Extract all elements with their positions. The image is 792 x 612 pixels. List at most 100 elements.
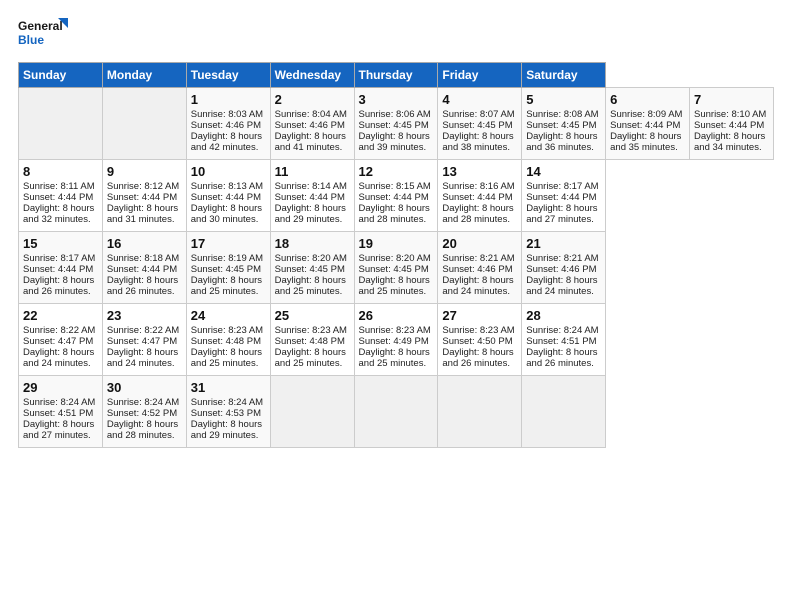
- daylight: Daylight: 8 hours and 25 minutes.: [359, 347, 430, 369]
- sunset: Sunset: 4:44 PM: [23, 192, 93, 203]
- day-number: 22: [23, 308, 98, 323]
- calendar-cell: 23 Sunrise: 8:22 AM Sunset: 4:47 PM Dayl…: [102, 304, 186, 376]
- sunset: Sunset: 4:47 PM: [107, 336, 177, 347]
- sunset: Sunset: 4:44 PM: [107, 264, 177, 275]
- calendar-cell: 30 Sunrise: 8:24 AM Sunset: 4:52 PM Dayl…: [102, 376, 186, 448]
- day-number: 12: [359, 164, 434, 179]
- sunset: Sunset: 4:44 PM: [191, 192, 261, 203]
- sunrise: Sunrise: 8:16 AM: [442, 181, 514, 192]
- sunset: Sunset: 4:45 PM: [359, 264, 429, 275]
- daylight: Daylight: 8 hours and 29 minutes.: [275, 203, 346, 225]
- sunrise: Sunrise: 8:14 AM: [275, 181, 347, 192]
- calendar-cell: 25 Sunrise: 8:23 AM Sunset: 4:48 PM Dayl…: [270, 304, 354, 376]
- sunrise: Sunrise: 8:22 AM: [23, 325, 95, 336]
- daylight: Daylight: 8 hours and 28 minutes.: [107, 419, 178, 441]
- calendar-cell: 8 Sunrise: 8:11 AM Sunset: 4:44 PM Dayli…: [19, 160, 103, 232]
- day-number: 17: [191, 236, 266, 251]
- sunset: Sunset: 4:52 PM: [107, 408, 177, 419]
- calendar-cell: 7 Sunrise: 8:10 AM Sunset: 4:44 PM Dayli…: [690, 88, 774, 160]
- daylight: Daylight: 8 hours and 27 minutes.: [526, 203, 597, 225]
- calendar-cell: 10 Sunrise: 8:13 AM Sunset: 4:44 PM Dayl…: [186, 160, 270, 232]
- day-number: 26: [359, 308, 434, 323]
- daylight: Daylight: 8 hours and 28 minutes.: [359, 203, 430, 225]
- day-number: 23: [107, 308, 182, 323]
- sunrise: Sunrise: 8:23 AM: [191, 325, 263, 336]
- daylight: Daylight: 8 hours and 31 minutes.: [107, 203, 178, 225]
- calendar-cell: 14 Sunrise: 8:17 AM Sunset: 4:44 PM Dayl…: [522, 160, 606, 232]
- sunset: Sunset: 4:44 PM: [23, 264, 93, 275]
- calendar-cell: 21 Sunrise: 8:21 AM Sunset: 4:46 PM Dayl…: [522, 232, 606, 304]
- sunrise: Sunrise: 8:24 AM: [23, 397, 95, 408]
- sunset: Sunset: 4:51 PM: [23, 408, 93, 419]
- sunset: Sunset: 4:48 PM: [191, 336, 261, 347]
- day-number: 5: [526, 92, 601, 107]
- sunset: Sunset: 4:46 PM: [526, 264, 596, 275]
- svg-text:Blue: Blue: [18, 33, 44, 47]
- calendar-cell: 28 Sunrise: 8:24 AM Sunset: 4:51 PM Dayl…: [522, 304, 606, 376]
- sunset: Sunset: 4:44 PM: [275, 192, 345, 203]
- sunset: Sunset: 4:45 PM: [275, 264, 345, 275]
- sunset: Sunset: 4:46 PM: [275, 120, 345, 131]
- calendar-cell: 6 Sunrise: 8:09 AM Sunset: 4:44 PM Dayli…: [606, 88, 690, 160]
- sunset: Sunset: 4:44 PM: [694, 120, 764, 131]
- day-number: 4: [442, 92, 517, 107]
- daylight: Daylight: 8 hours and 25 minutes.: [191, 275, 262, 297]
- daylight: Daylight: 8 hours and 24 minutes.: [442, 275, 513, 297]
- day-number: 2: [275, 92, 350, 107]
- sunrise: Sunrise: 8:23 AM: [275, 325, 347, 336]
- calendar-cell: [102, 88, 186, 160]
- sunset: Sunset: 4:51 PM: [526, 336, 596, 347]
- calendar-cell: 26 Sunrise: 8:23 AM Sunset: 4:49 PM Dayl…: [354, 304, 438, 376]
- calendar-cell: 27 Sunrise: 8:23 AM Sunset: 4:50 PM Dayl…: [438, 304, 522, 376]
- sunset: Sunset: 4:53 PM: [191, 408, 261, 419]
- calendar-cell: 18 Sunrise: 8:20 AM Sunset: 4:45 PM Dayl…: [270, 232, 354, 304]
- daylight: Daylight: 8 hours and 28 minutes.: [442, 203, 513, 225]
- calendar-cell: 17 Sunrise: 8:19 AM Sunset: 4:45 PM Dayl…: [186, 232, 270, 304]
- sunrise: Sunrise: 8:23 AM: [359, 325, 431, 336]
- daylight: Daylight: 8 hours and 24 minutes.: [23, 347, 94, 369]
- day-number: 25: [275, 308, 350, 323]
- daylight: Daylight: 8 hours and 42 minutes.: [191, 131, 262, 153]
- day-number: 10: [191, 164, 266, 179]
- daylight: Daylight: 8 hours and 36 minutes.: [526, 131, 597, 153]
- sunrise: Sunrise: 8:08 AM: [526, 109, 598, 120]
- daylight: Daylight: 8 hours and 26 minutes.: [526, 347, 597, 369]
- calendar-cell: 24 Sunrise: 8:23 AM Sunset: 4:48 PM Dayl…: [186, 304, 270, 376]
- day-number: 13: [442, 164, 517, 179]
- sunset: Sunset: 4:45 PM: [526, 120, 596, 131]
- sunrise: Sunrise: 8:13 AM: [191, 181, 263, 192]
- sunrise: Sunrise: 8:24 AM: [191, 397, 263, 408]
- day-number: 19: [359, 236, 434, 251]
- sunrise: Sunrise: 8:07 AM: [442, 109, 514, 120]
- sunrise: Sunrise: 8:24 AM: [526, 325, 598, 336]
- page: General Blue SundayMondayTuesdayWednesda…: [0, 0, 792, 458]
- svg-text:General: General: [18, 19, 63, 33]
- sunset: Sunset: 4:44 PM: [610, 120, 680, 131]
- daylight: Daylight: 8 hours and 26 minutes.: [107, 275, 178, 297]
- daylight: Daylight: 8 hours and 24 minutes.: [107, 347, 178, 369]
- daylight: Daylight: 8 hours and 41 minutes.: [275, 131, 346, 153]
- calendar-cell: 29 Sunrise: 8:24 AM Sunset: 4:51 PM Dayl…: [19, 376, 103, 448]
- calendar-cell: [354, 376, 438, 448]
- daylight: Daylight: 8 hours and 39 minutes.: [359, 131, 430, 153]
- calendar-cell: [270, 376, 354, 448]
- daylight: Daylight: 8 hours and 25 minutes.: [275, 275, 346, 297]
- calendar-week-row: 29 Sunrise: 8:24 AM Sunset: 4:51 PM Dayl…: [19, 376, 774, 448]
- calendar-cell: 11 Sunrise: 8:14 AM Sunset: 4:44 PM Dayl…: [270, 160, 354, 232]
- sunrise: Sunrise: 8:20 AM: [359, 253, 431, 264]
- daylight: Daylight: 8 hours and 29 minutes.: [191, 419, 262, 441]
- calendar-week-row: 22 Sunrise: 8:22 AM Sunset: 4:47 PM Dayl…: [19, 304, 774, 376]
- calendar-cell: 9 Sunrise: 8:12 AM Sunset: 4:44 PM Dayli…: [102, 160, 186, 232]
- day-number: 11: [275, 164, 350, 179]
- sunset: Sunset: 4:44 PM: [107, 192, 177, 203]
- sunset: Sunset: 4:45 PM: [442, 120, 512, 131]
- daylight: Daylight: 8 hours and 26 minutes.: [442, 347, 513, 369]
- day-number: 8: [23, 164, 98, 179]
- daylight: Daylight: 8 hours and 25 minutes.: [359, 275, 430, 297]
- sunrise: Sunrise: 8:24 AM: [107, 397, 179, 408]
- calendar-cell: 3 Sunrise: 8:06 AM Sunset: 4:45 PM Dayli…: [354, 88, 438, 160]
- day-number: 21: [526, 236, 601, 251]
- day-number: 20: [442, 236, 517, 251]
- sunrise: Sunrise: 8:04 AM: [275, 109, 347, 120]
- day-header-monday: Monday: [102, 63, 186, 88]
